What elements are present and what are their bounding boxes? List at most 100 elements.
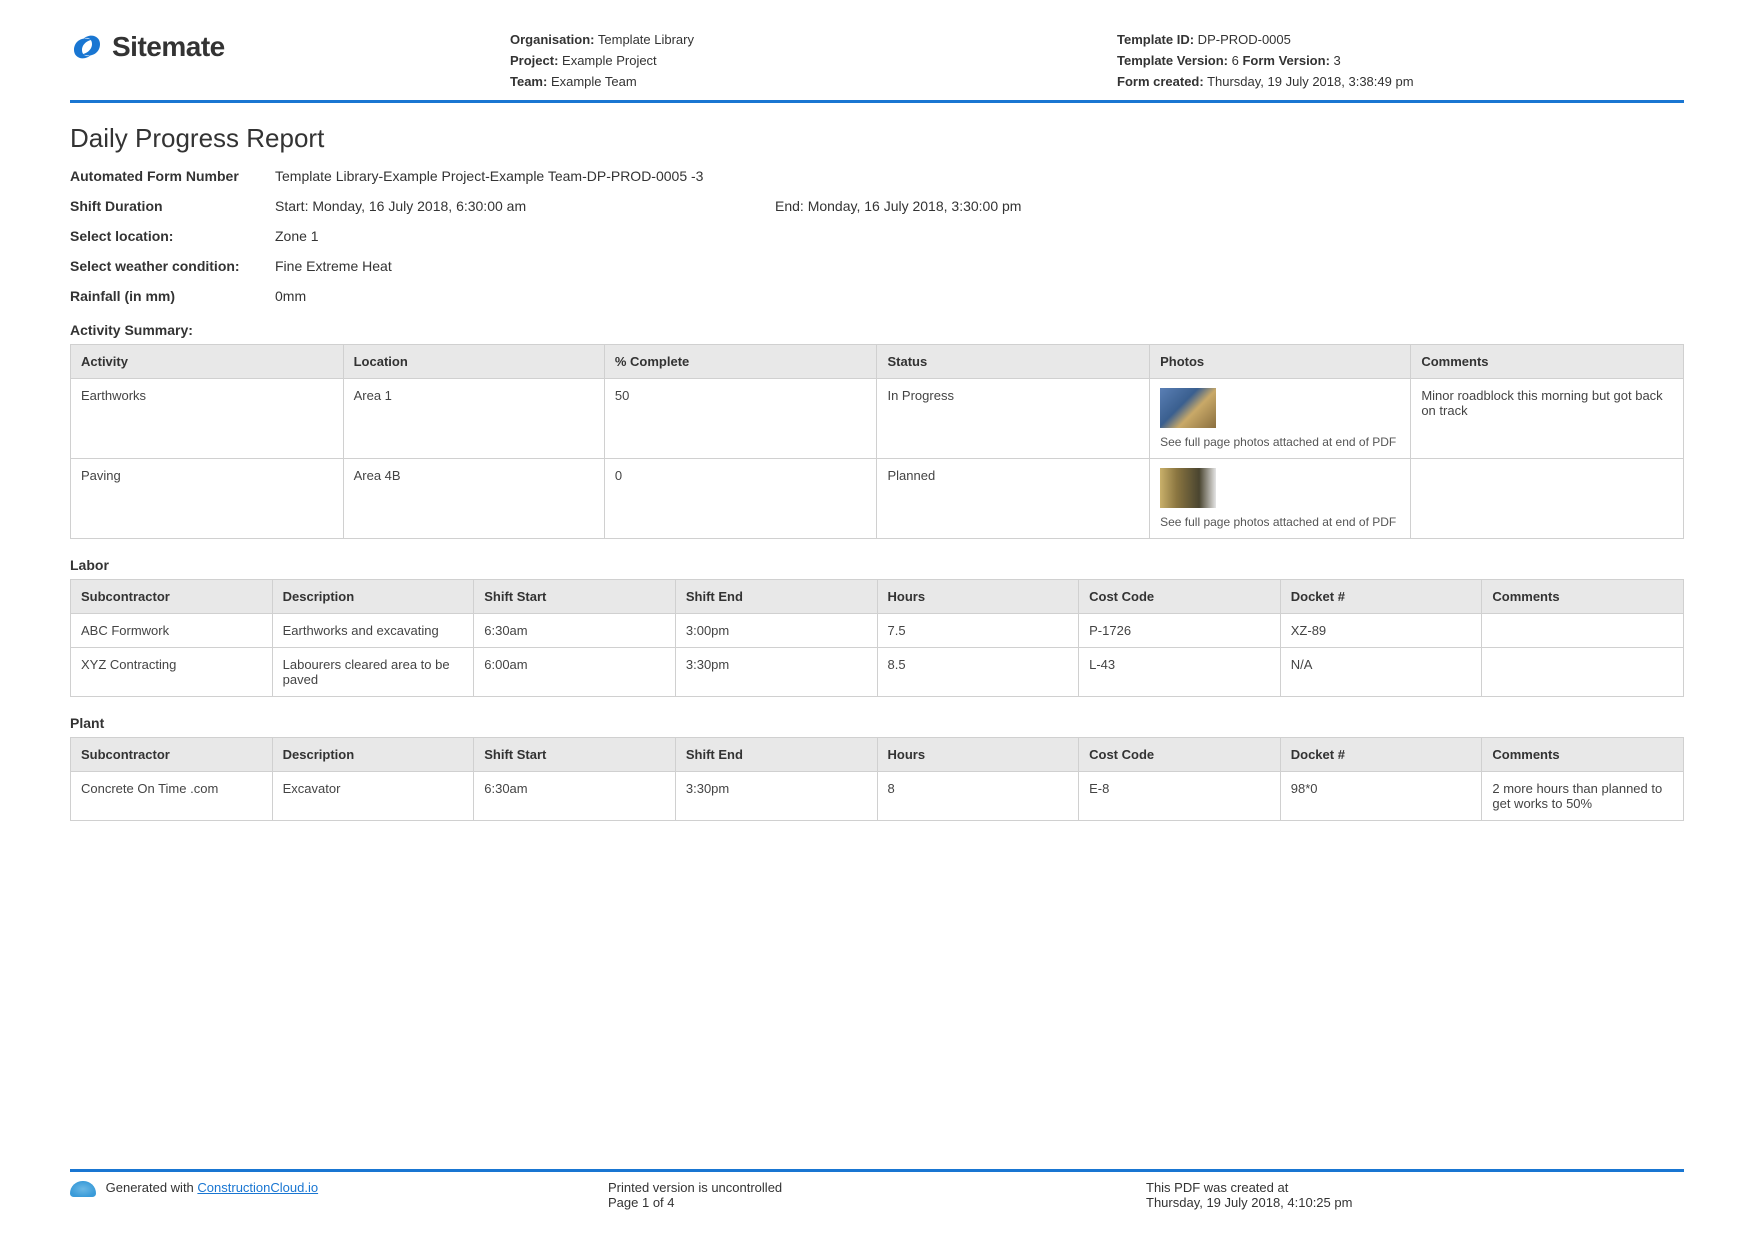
activity-row: Earthworks Area 1 50 In Progress See ful… [71, 379, 1684, 459]
cell-location: Area 4B [343, 459, 604, 539]
weather-label: Select weather condition: [70, 258, 275, 274]
project-value: Example Project [558, 53, 656, 68]
plant-th-sub: Subcontractor [71, 738, 273, 772]
cell-end: 3:00pm [675, 614, 877, 648]
field-rainfall: Rainfall (in mm) 0mm [70, 288, 1684, 304]
form-version-value: 3 [1330, 53, 1341, 68]
plant-th-hours: Hours [877, 738, 1079, 772]
cell-sub: Concrete On Time .com [71, 772, 273, 821]
header-meta-right: Template ID: DP-PROD-0005 Template Versi… [1117, 30, 1684, 92]
plant-th-comments: Comments [1482, 738, 1684, 772]
labor-th-sub: Subcontractor [71, 580, 273, 614]
labor-th-desc: Description [272, 580, 474, 614]
field-weather: Select weather condition: Fine Extreme H… [70, 258, 1684, 274]
field-shift-duration: Shift Duration Start: Monday, 16 July 20… [70, 198, 1684, 214]
activity-section-title: Activity Summary: [70, 322, 1684, 338]
team-label: Team: [510, 74, 547, 89]
hardhat-icon [70, 1181, 96, 1197]
plant-th-desc: Description [272, 738, 474, 772]
activity-table: Activity Location % Complete Status Phot… [70, 344, 1684, 539]
generated-link[interactable]: ConstructionCloud.io [197, 1180, 318, 1195]
cell-end: 3:30pm [675, 648, 877, 697]
cell-start: 6:30am [474, 772, 676, 821]
form-version-label: Form Version: [1242, 53, 1329, 68]
cell-code: E-8 [1079, 772, 1281, 821]
cell-desc: Excavator [272, 772, 474, 821]
cell-desc: Earthworks and excavating [272, 614, 474, 648]
cell-docket: 98*0 [1280, 772, 1482, 821]
labor-section-title: Labor [70, 557, 1684, 573]
cell-comments [1482, 614, 1684, 648]
location-label: Select location: [70, 228, 275, 244]
rainfall-label: Rainfall (in mm) [70, 288, 275, 304]
plant-th-code: Cost Code [1079, 738, 1281, 772]
labor-th-hours: Hours [877, 580, 1079, 614]
footer-center: Printed version is uncontrolled Page 1 o… [608, 1180, 1146, 1210]
activity-th-location: Location [343, 345, 604, 379]
cell-complete: 50 [604, 379, 877, 459]
cell-comments: 2 more hours than planned to get works t… [1482, 772, 1684, 821]
team-value: Example Team [547, 74, 636, 89]
shift-end: End: Monday, 16 July 2018, 3:30:00 pm [775, 198, 1684, 214]
plant-th-docket: Docket # [1280, 738, 1482, 772]
labor-th-comments: Comments [1482, 580, 1684, 614]
cell-hours: 8.5 [877, 648, 1079, 697]
activity-th-photos: Photos [1150, 345, 1411, 379]
cell-status: Planned [877, 459, 1150, 539]
labor-th-start: Shift Start [474, 580, 676, 614]
cell-code: P-1726 [1079, 614, 1281, 648]
cell-activity: Earthworks [71, 379, 344, 459]
cell-photos: See full page photos attached at end of … [1150, 459, 1411, 539]
plant-th-end: Shift End [675, 738, 877, 772]
cell-location: Area 1 [343, 379, 604, 459]
photo-thumbnail-icon [1160, 388, 1216, 428]
cell-start: 6:30am [474, 614, 676, 648]
template-version-value: 6 [1228, 53, 1242, 68]
activity-th-complete: % Complete [604, 345, 877, 379]
created-timestamp: Thursday, 19 July 2018, 4:10:25 pm [1146, 1195, 1684, 1210]
cell-start: 6:00am [474, 648, 676, 697]
cell-sub: ABC Formwork [71, 614, 273, 648]
labor-row: ABC Formwork Earthworks and excavating 6… [71, 614, 1684, 648]
cell-status: In Progress [877, 379, 1150, 459]
template-id-label: Template ID: [1117, 32, 1194, 47]
activity-row: Paving Area 4B 0 Planned See full page p… [71, 459, 1684, 539]
uncontrolled-note: Printed version is uncontrolled [608, 1180, 1146, 1195]
cell-photos: See full page photos attached at end of … [1150, 379, 1411, 459]
activity-th-status: Status [877, 345, 1150, 379]
labor-th-code: Cost Code [1079, 580, 1281, 614]
form-created-label: Form created: [1117, 74, 1204, 89]
cell-hours: 7.5 [877, 614, 1079, 648]
photo-note: See full page photos attached at end of … [1160, 435, 1396, 449]
cell-hours: 8 [877, 772, 1079, 821]
org-label: Organisation: [510, 32, 595, 47]
activity-th-comments: Comments [1411, 345, 1684, 379]
template-version-label: Template Version: [1117, 53, 1228, 68]
photo-note: See full page photos attached at end of … [1160, 515, 1396, 529]
cell-desc: Labourers cleared area to be paved [272, 648, 474, 697]
afn-label: Automated Form Number [70, 168, 275, 184]
page-footer: Generated with ConstructionCloud.io Prin… [70, 1169, 1684, 1210]
plant-row: Concrete On Time .com Excavator 6:30am 3… [71, 772, 1684, 821]
field-location: Select location: Zone 1 [70, 228, 1684, 244]
cell-docket: XZ-89 [1280, 614, 1482, 648]
template-id-value: DP-PROD-0005 [1194, 32, 1291, 47]
brand-block: Sitemate [70, 30, 470, 64]
cell-code: L-43 [1079, 648, 1281, 697]
plant-table: Subcontractor Description Shift Start Sh… [70, 737, 1684, 821]
page-header: Sitemate Organisation: Template Library … [70, 30, 1684, 103]
created-label: This PDF was created at [1146, 1180, 1684, 1195]
labor-th-docket: Docket # [1280, 580, 1482, 614]
header-meta-left: Organisation: Template Library Project: … [510, 30, 1077, 92]
weather-value: Fine Extreme Heat [275, 258, 775, 274]
cell-comments [1482, 648, 1684, 697]
cell-end: 3:30pm [675, 772, 877, 821]
page-number: Page 1 of 4 [608, 1195, 1146, 1210]
labor-row: XYZ Contracting Labourers cleared area t… [71, 648, 1684, 697]
plant-th-start: Shift Start [474, 738, 676, 772]
org-value: Template Library [595, 32, 694, 47]
brand-name: Sitemate [112, 31, 225, 63]
labor-th-end: Shift End [675, 580, 877, 614]
afn-value: Template Library-Example Project-Example… [275, 168, 1684, 184]
photo-thumbnail-icon [1160, 468, 1216, 508]
